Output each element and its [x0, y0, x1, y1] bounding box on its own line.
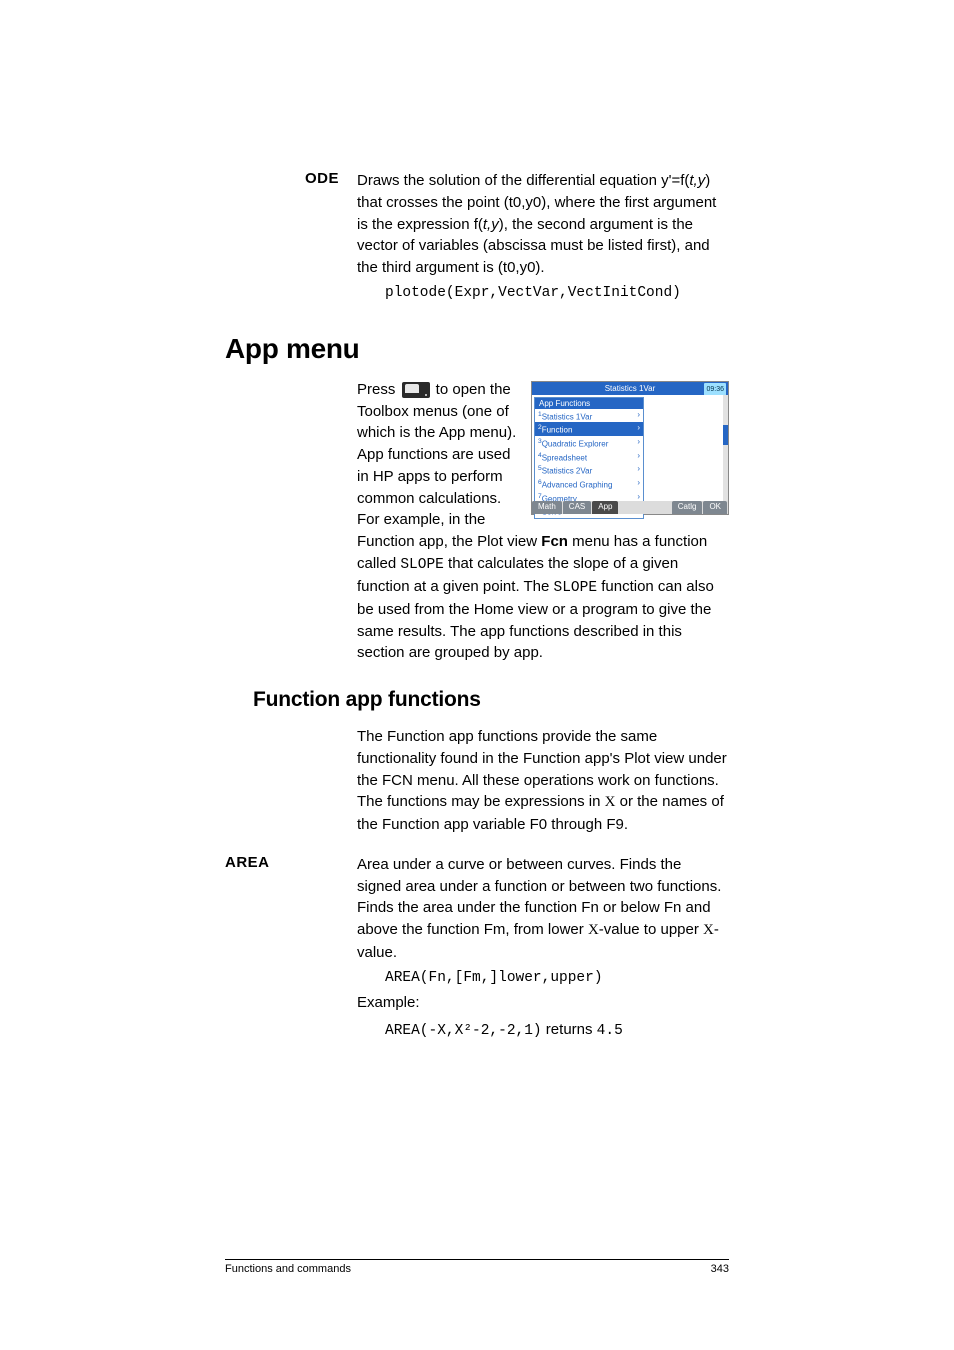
ss-body: App Functions 1Statistics 1Var› 2Functio… [532, 395, 728, 501]
ss-scrollthumb [723, 425, 728, 445]
ss-menu-head: App Functions [535, 398, 643, 409]
page: ODE Draws the solution of the differenti… [0, 0, 954, 1350]
ss-item-spreadsheet: 4Spreadsheet› [535, 450, 643, 464]
var-x: X [588, 922, 599, 938]
entry-area: AREA Area under a curve or between curve… [225, 854, 729, 1047]
chevron-right-icon: › [637, 477, 640, 491]
ss-item-stats1var: 1Statistics 1Var› [535, 409, 643, 423]
l: Function [542, 426, 573, 435]
slope-fn: SLOPE [554, 580, 598, 596]
ode-code: plotode(Expr,VectVar,VectInitCond) [357, 285, 729, 301]
footer-page-number: 343 [711, 1263, 729, 1275]
softkey-catlg: Catlg [672, 501, 703, 514]
slope-fn: SLOPE [400, 557, 444, 573]
chevron-right-icon: › [637, 422, 640, 436]
chevron-right-icon: › [637, 463, 640, 477]
l: Advanced Graphing [542, 481, 613, 490]
text: Press [357, 381, 400, 398]
example-code: AREA(-X,X²-2,-2,1) [385, 1023, 542, 1039]
chevron-right-icon: › [637, 450, 640, 464]
ss-item-quadratic: 3Quadratic Explorer› [535, 436, 643, 450]
softkey-app: App [592, 501, 618, 514]
page-footer: Functions and commands 343 [225, 1259, 729, 1275]
toolbox-key-icon [402, 382, 430, 398]
ss-item-stats2var: 5Statistics 2Var› [535, 463, 643, 477]
l: Statistics 2Var [542, 467, 593, 476]
ss-titlebar: Statistics 1Var 09:36 [532, 382, 728, 395]
funcapp-block: The Function app functions provide the s… [225, 726, 729, 836]
example-result: 4.5 [597, 1023, 623, 1039]
fcn-label: Fcn [541, 533, 568, 550]
text: to open the Toolbox menus (one of which … [357, 381, 541, 550]
footer-chapter: Functions and commands [225, 1263, 351, 1275]
softkey-ok: OK [703, 501, 727, 514]
text: returns [542, 1021, 597, 1038]
text: -value to upper [599, 921, 703, 938]
appmenu-block: Statistics 1Var 09:36 App Functions 1Sta… [225, 379, 729, 664]
heading-function-app-functions: Function app functions [253, 688, 729, 712]
l: Quadratic Explorer [542, 440, 609, 449]
l: Spreadsheet [542, 453, 587, 462]
ss-item-advgraph: 6Advanced Graphing› [535, 477, 643, 491]
entry-ode: ODE Draws the solution of the differenti… [225, 170, 729, 307]
chevron-right-icon: › [637, 436, 640, 450]
chevron-right-icon: › [637, 409, 640, 423]
ss-softkeys: Math CAS App Catlg OK [532, 501, 728, 514]
var-ty: t,y [689, 172, 705, 189]
softkey-spacer [619, 501, 670, 514]
calculator-screenshot: Statistics 1Var 09:36 App Functions 1Sta… [531, 381, 729, 515]
softkey-math: Math [532, 501, 562, 514]
area-description: Area under a curve or between curves. Fi… [357, 854, 729, 964]
var-ty: t,y [483, 216, 499, 233]
softkey-cas: CAS [563, 501, 591, 514]
funcapp-paragraph: The Function app functions provide the s… [357, 726, 729, 836]
area-code: AREA(Fn,[Fm,]lower,upper) [357, 970, 729, 986]
var-x: X [605, 794, 616, 810]
area-term: AREA [225, 854, 270, 871]
ode-description: Draws the solution of the differential e… [357, 170, 729, 279]
text: Draws the solution of the differential e… [357, 172, 689, 189]
ode-term: ODE [305, 170, 339, 187]
heading-app-menu: App menu [225, 333, 729, 365]
l: Statistics 1Var [542, 412, 593, 421]
area-example: AREA(-X,X²-2,-2,1) returns 4.5 [357, 1019, 729, 1041]
area-example-label: Example: [357, 992, 729, 1014]
ss-scrolltrack [723, 395, 728, 501]
var-x: X [703, 922, 714, 938]
ss-item-function: 2Function› [535, 422, 643, 436]
ss-title: Statistics 1Var [605, 384, 656, 393]
